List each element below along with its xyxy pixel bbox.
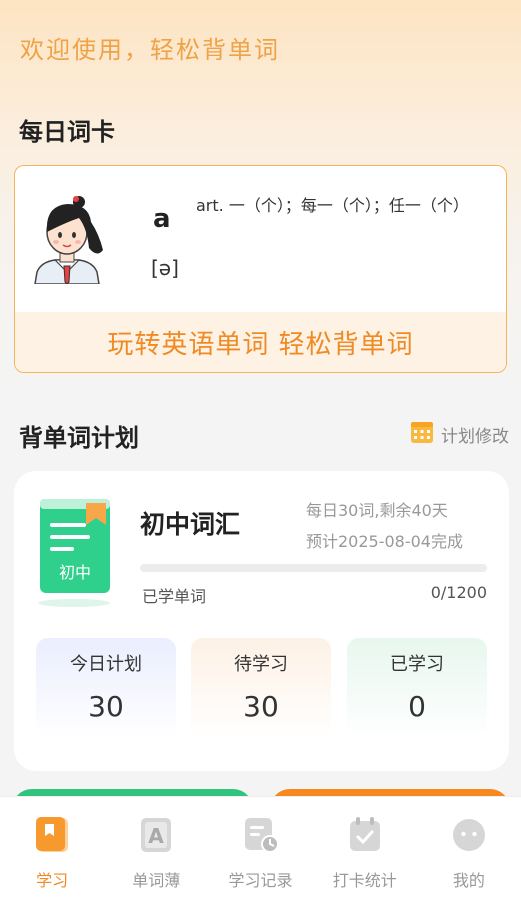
stat-label: 已学习 <box>390 654 444 675</box>
book-icon <box>35 817 69 857</box>
calendar-icon <box>410 420 434 449</box>
tab-label: 学习 <box>36 871 69 890</box>
word-phonetic: [ə] <box>151 256 179 280</box>
plan-info: 每日30词,剩余40天 预计2025-08-04完成 <box>306 495 463 557</box>
user-face-icon <box>452 817 486 857</box>
tab-study-record[interactable]: 学习记录 <box>208 797 312 897</box>
stat-value: 0 <box>408 690 426 723</box>
finish-date-info: 预计2025-08-04完成 <box>306 532 463 551</box>
svg-text:A: A <box>149 824 165 848</box>
daily-word: a <box>153 204 171 234</box>
stat-label: 待学习 <box>234 654 288 675</box>
record-clock-icon <box>243 817 279 857</box>
stat-value: 30 <box>243 690 279 723</box>
stat-learned[interactable]: 已学习 0 <box>347 638 487 738</box>
tab-label: 打卡统计 <box>332 871 397 890</box>
tab-wordbook[interactable]: A 单词薄 <box>104 797 208 897</box>
plan-section-title: 背单词计划 <box>19 424 139 452</box>
daily-card-title: 每日词卡 <box>19 118 115 146</box>
plan-card: 初中 初中词汇 每日30词,剩余40天 预计2025-08-04完成 已学单词 … <box>14 471 509 771</box>
student-avatar <box>27 188 107 288</box>
tab-me[interactable]: 我的 <box>417 797 521 897</box>
calendar-check-icon <box>348 817 382 857</box>
tab-label: 学习记录 <box>228 871 293 890</box>
daily-slogan: 玩转英语单词 轻松背单词 <box>107 329 414 360</box>
daily-word-card[interactable]: a art. 一（个）；每一（个）；任一（个） [ə] 玩转英语单词 轻松背单词 <box>14 165 507 373</box>
daily-words-info: 每日30词,剩余40天 <box>306 501 448 520</box>
progress-bar <box>140 564 487 572</box>
tab-checkin-stats[interactable]: 打卡统计 <box>313 797 417 897</box>
book-cover-label: 初中 <box>58 563 91 582</box>
book-title: 初中词汇 <box>140 510 241 539</box>
bottom-tab-bar: 学习 A 单词薄 学习记录 打卡统计 我的 <box>0 796 521 897</box>
stat-label: 今日计划 <box>70 654 142 675</box>
word-meaning: art. 一（个）；每一（个）；任一（个） <box>196 196 469 215</box>
greeting-text: 欢迎使用，轻松背单词 <box>20 36 280 64</box>
tab-label: 我的 <box>452 871 485 890</box>
stat-value: 30 <box>88 690 124 723</box>
learned-words-label: 已学单词 <box>142 587 207 606</box>
book-cover[interactable]: 初中 <box>38 497 114 613</box>
plan-edit-button[interactable]: 计划修改 <box>410 420 509 449</box>
plan-edit-label: 计划修改 <box>441 427 509 447</box>
daily-slogan-bar: 玩转英语单词 轻松背单词 <box>15 312 506 372</box>
tab-label: 单词薄 <box>132 871 181 890</box>
letter-a-icon: A <box>139 817 173 857</box>
learned-words-count: 0/1200 <box>430 583 487 602</box>
tab-learn[interactable]: 学习 <box>0 797 104 897</box>
stat-today-plan[interactable]: 今日计划 30 <box>36 638 176 738</box>
stat-to-learn[interactable]: 待学习 30 <box>191 638 331 738</box>
